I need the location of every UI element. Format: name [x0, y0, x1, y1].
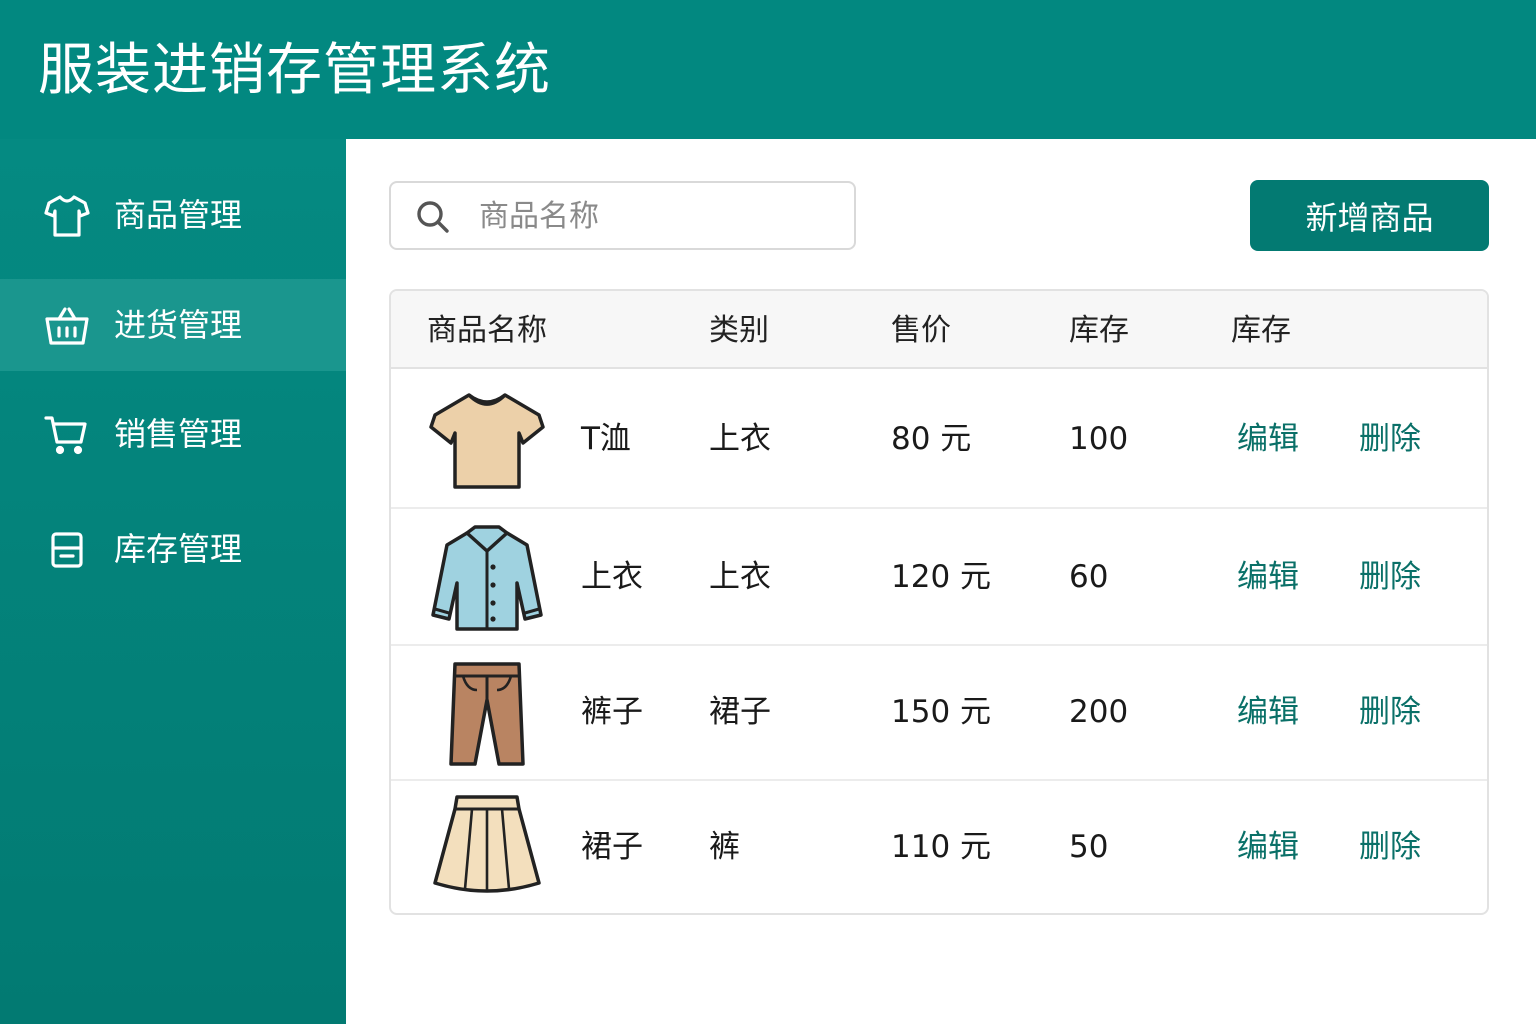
product-category: 裤	[709, 829, 740, 865]
product-stock: 200	[1069, 694, 1129, 730]
product-price: 80 元	[891, 421, 972, 457]
product-name: T洫	[581, 421, 631, 457]
sidebar-item-inventory-management[interactable]: 库存管理	[0, 500, 346, 600]
header-actions: 库存	[1231, 313, 1291, 348]
product-price: 110 元	[891, 829, 992, 865]
table-row: T洫 上衣 80 元 100 编辑 删除	[391, 369, 1487, 509]
header-category: 类别	[709, 313, 769, 348]
pants-image	[427, 660, 547, 770]
sidebar-item-product-management[interactable]: 商品管理	[0, 160, 346, 270]
delete-link[interactable]: 删除	[1359, 692, 1421, 732]
search-box[interactable]	[389, 181, 856, 250]
edit-link[interactable]: 编辑	[1237, 692, 1299, 732]
cart-icon	[42, 409, 92, 459]
product-stock: 60	[1069, 559, 1109, 595]
product-stock: 50	[1069, 829, 1109, 865]
skirt-image	[427, 791, 547, 901]
sidebar-item-label: 销售管理	[114, 415, 243, 453]
edit-link[interactable]: 编辑	[1237, 419, 1299, 459]
table-row: 裙子 裤 110 元 50 编辑 删除	[391, 781, 1487, 913]
search-input[interactable]	[479, 193, 839, 239]
product-name: 裙子	[581, 829, 643, 865]
sidebar-item-purchase-management[interactable]: 进货管理	[0, 279, 346, 371]
product-category: 裙子	[709, 694, 771, 730]
app-title: 服装进销存管理系统	[38, 38, 551, 103]
top-bar: 服装进销存管理系统	[0, 0, 1536, 139]
sidebar-item-label: 库存管理	[114, 530, 243, 568]
sidebar-item-label: 进货管理	[114, 306, 243, 344]
product-table: 商品名称 类别 售价 库存 库存 T洫 上衣 80 元 100 编辑 删除 上衣…	[389, 289, 1489, 915]
delete-link[interactable]: 删除	[1359, 557, 1421, 597]
edit-link[interactable]: 编辑	[1237, 557, 1299, 597]
header-price: 售价	[891, 313, 951, 348]
product-category: 上衣	[709, 559, 771, 595]
edit-link[interactable]: 编辑	[1237, 827, 1299, 867]
product-stock: 100	[1069, 421, 1129, 457]
table-header: 商品名称 类别 售价 库存 库存	[391, 291, 1487, 369]
table-row: 上衣 上衣 120 元 60 编辑 删除	[391, 509, 1487, 646]
product-name: 裤子	[581, 694, 643, 730]
product-category: 上衣	[709, 421, 771, 457]
table-row: 裤子 裙子 150 元 200 编辑 删除	[391, 646, 1487, 781]
product-name: 上衣	[581, 559, 643, 595]
tshirt-image	[427, 383, 547, 493]
sidebar-item-sales-management[interactable]: 销售管理	[0, 385, 346, 485]
delete-link[interactable]: 删除	[1359, 827, 1421, 867]
shirt-image	[427, 523, 547, 633]
basket-icon	[42, 300, 92, 350]
search-icon	[415, 199, 451, 235]
inventory-icon	[42, 525, 92, 575]
sidebar-item-label: 商品管理	[114, 196, 243, 234]
product-price: 120 元	[891, 559, 992, 595]
add-product-button[interactable]: 新增商品	[1250, 180, 1489, 251]
tshirt-icon	[42, 190, 92, 240]
product-price: 150 元	[891, 694, 992, 730]
delete-link[interactable]: 删除	[1359, 419, 1421, 459]
header-stock: 库存	[1069, 313, 1129, 348]
header-product-name: 商品名称	[427, 313, 547, 348]
